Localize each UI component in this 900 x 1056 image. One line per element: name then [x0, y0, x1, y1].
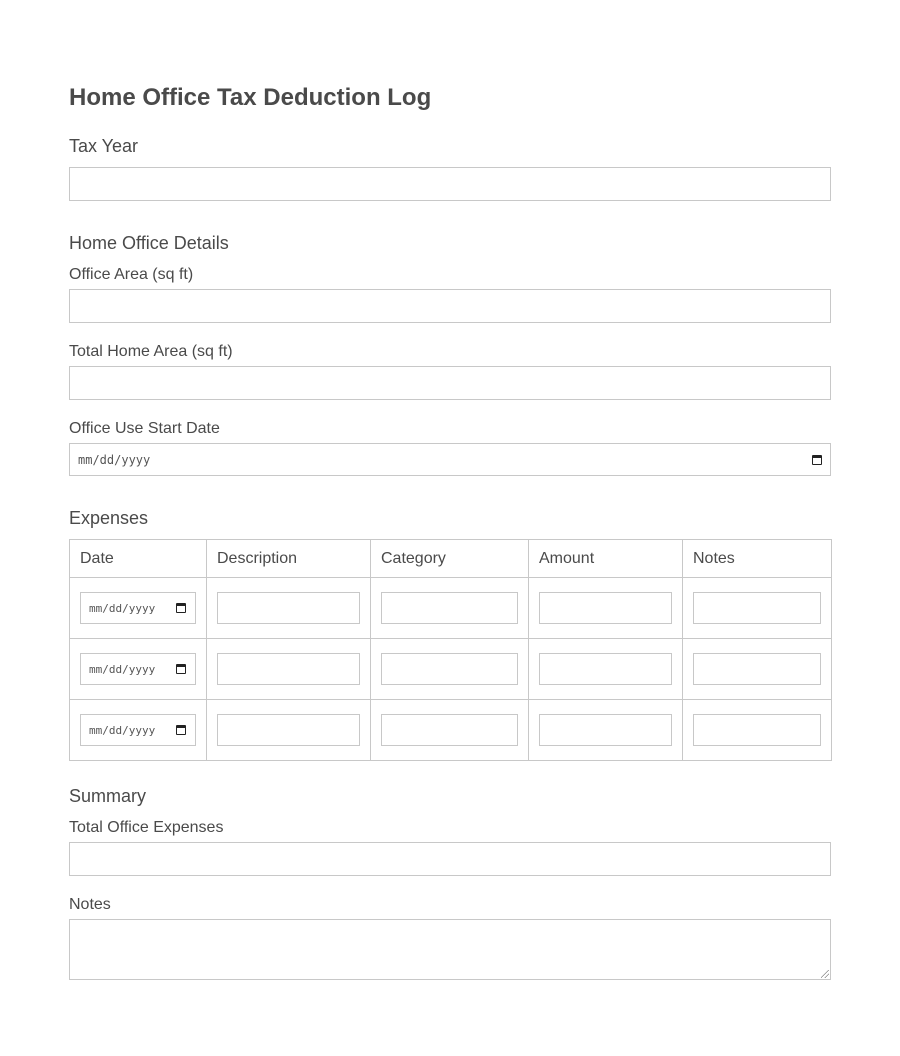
table-row: mm/dd/yyyy	[69, 699, 832, 761]
total-home-area-input[interactable]	[69, 366, 831, 400]
expense-notes-input[interactable]	[693, 714, 821, 746]
expense-category-input[interactable]	[381, 592, 518, 624]
expense-amount-input[interactable]	[539, 653, 672, 685]
tax-year-label: Tax Year	[69, 136, 139, 156]
date-placeholder: mm/dd/yyyy	[78, 452, 151, 467]
expense-notes-input[interactable]	[693, 592, 821, 624]
expense-description-input[interactable]	[217, 653, 360, 685]
column-header-description: Description	[206, 539, 371, 578]
page-title: Home Office Tax Deduction Log	[69, 84, 432, 111]
office-start-date-input[interactable]: mm/dd/yyyy	[69, 443, 831, 476]
expense-date-input[interactable]: mm/dd/yyyy	[80, 714, 196, 746]
resize-handle-icon[interactable]	[821, 970, 829, 978]
expense-notes-input[interactable]	[693, 653, 821, 685]
column-header-notes: Notes	[682, 539, 832, 578]
total-expenses-label: Total Office Expenses	[69, 819, 224, 836]
notes-label: Notes	[69, 896, 111, 913]
column-header-amount: Amount	[528, 539, 683, 578]
total-home-area-label: Total Home Area (sq ft)	[69, 343, 233, 360]
expense-amount-input[interactable]	[539, 714, 672, 746]
expenses-table: Date Description Category Amount Notes m…	[69, 539, 832, 761]
expense-amount-input[interactable]	[539, 592, 672, 624]
table-row: mm/dd/yyyy	[69, 638, 832, 700]
table-row: mm/dd/yyyy	[69, 577, 832, 639]
expense-category-input[interactable]	[381, 714, 518, 746]
expense-description-input[interactable]	[217, 714, 360, 746]
expense-category-input[interactable]	[381, 653, 518, 685]
column-header-category: Category	[370, 539, 529, 578]
expense-description-input[interactable]	[217, 592, 360, 624]
table-header-row: Date Description Category Amount Notes	[69, 539, 832, 578]
office-area-input[interactable]	[69, 289, 831, 323]
expense-date-input[interactable]: mm/dd/yyyy	[80, 592, 196, 624]
calendar-icon[interactable]	[176, 725, 186, 735]
calendar-icon[interactable]	[812, 454, 822, 465]
expense-date-input[interactable]: mm/dd/yyyy	[80, 653, 196, 685]
summary-section-heading: Summary	[69, 786, 147, 806]
home-office-section-heading: Home Office Details	[69, 233, 229, 253]
calendar-icon[interactable]	[176, 603, 186, 613]
notes-textarea[interactable]	[69, 919, 831, 980]
tax-year-input[interactable]	[69, 167, 831, 201]
expenses-section-heading: Expenses	[69, 508, 149, 528]
office-area-label: Office Area (sq ft)	[69, 266, 194, 283]
office-start-date-label: Office Use Start Date	[69, 420, 220, 437]
calendar-icon[interactable]	[176, 664, 186, 674]
total-expenses-input[interactable]	[69, 842, 831, 876]
column-header-date: Date	[69, 539, 207, 578]
